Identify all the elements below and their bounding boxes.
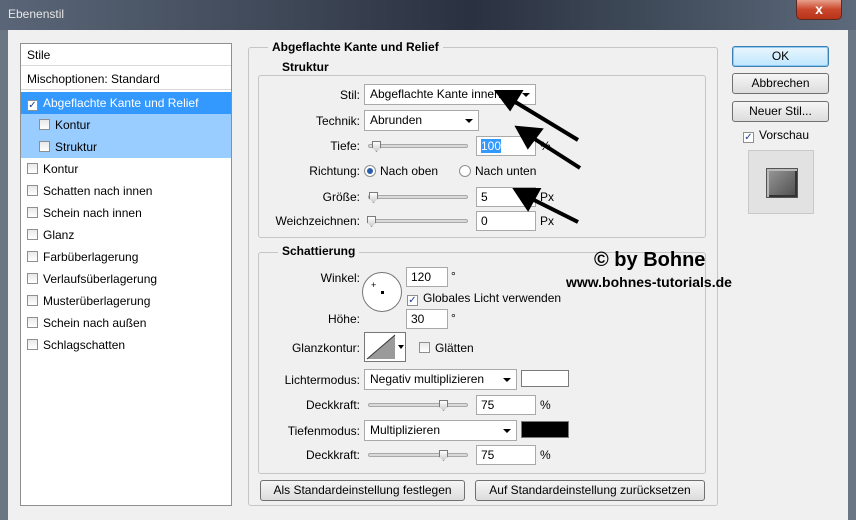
arrow-to-size bbox=[529, 196, 579, 224]
annotation-arrows bbox=[494, 90, 582, 224]
arrow-head-size bbox=[512, 188, 542, 212]
arrow-to-depth bbox=[528, 134, 582, 170]
arrow-head-style bbox=[494, 90, 524, 112]
arrow-head-depth bbox=[514, 125, 544, 150]
